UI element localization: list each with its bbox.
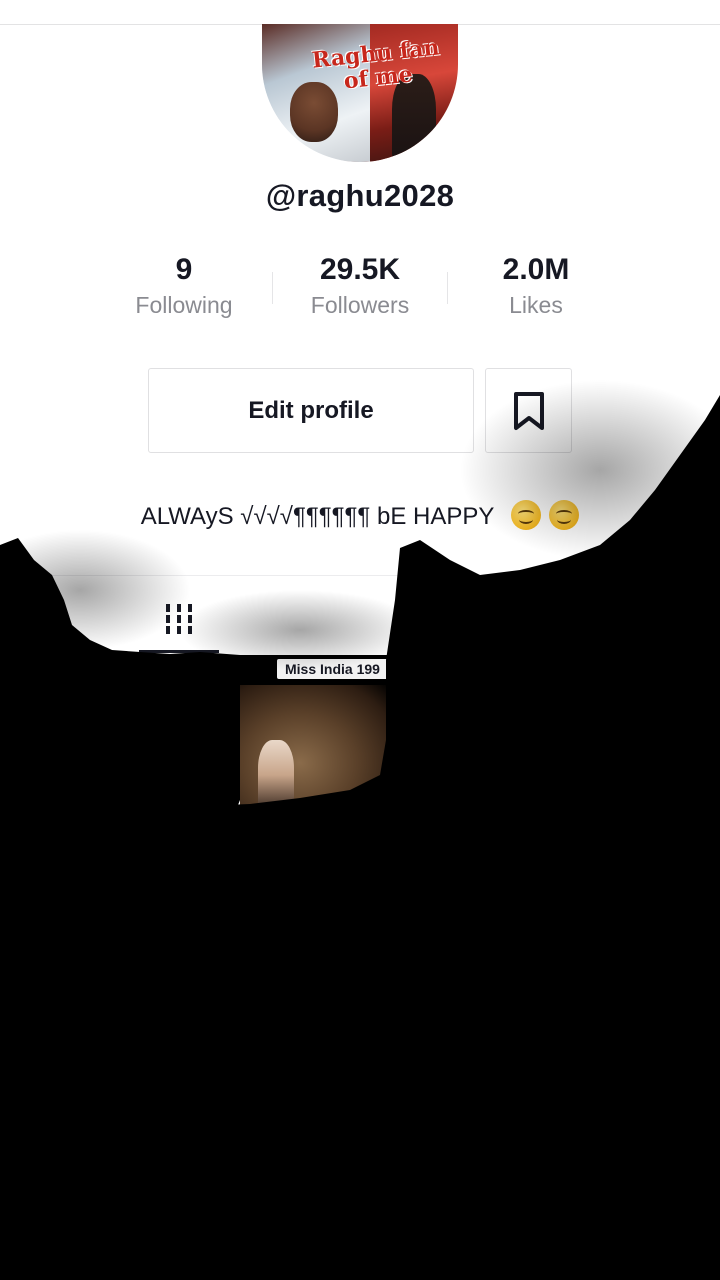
active-tab-indicator [139,650,219,653]
following-count: 9 [175,253,193,286]
thumbnail-person [258,740,294,810]
followers-label: Followers [310,292,410,318]
stat-following[interactable]: 9 Following [109,250,259,319]
likes-count: 2.0M [502,253,570,286]
stat-divider [272,272,273,304]
username: @raghu2028 [265,178,455,213]
tab-videos-grid[interactable] [139,585,219,653]
tabs-divider [0,575,720,576]
video-thumbnail[interactable] [0,655,237,975]
thumbnail-image [150,743,237,805]
edit-profile-button[interactable]: Edit profile [148,368,474,453]
video-label: Miss India 199 [277,659,388,679]
bio-text: ALWAyS √√√√¶¶¶¶¶¶ bE HAPPY [140,503,494,530]
video-thumbnail[interactable]: Miss India 199 [240,655,477,975]
following-label: Following [135,292,233,318]
followers-count: 29.5K [319,253,401,286]
avatar[interactable]: Raghu fan of me [262,24,458,162]
smiling-face-emoji-icon [549,500,580,530]
stat-divider [447,272,448,304]
bookmark-icon [513,391,544,430]
edit-profile-label: Edit profile [248,396,374,424]
bio: ALWAyS √√√√¶¶¶¶¶¶ bE HAPPY [0,500,720,531]
likes-label: Likes [509,292,563,318]
smiling-face-emoji-icon [510,500,541,530]
stat-followers[interactable]: 29.5K Followers [285,250,435,319]
bookmark-button[interactable] [485,368,572,453]
stat-likes[interactable]: 2.0M Likes [461,250,611,319]
grid-icon [166,604,192,634]
